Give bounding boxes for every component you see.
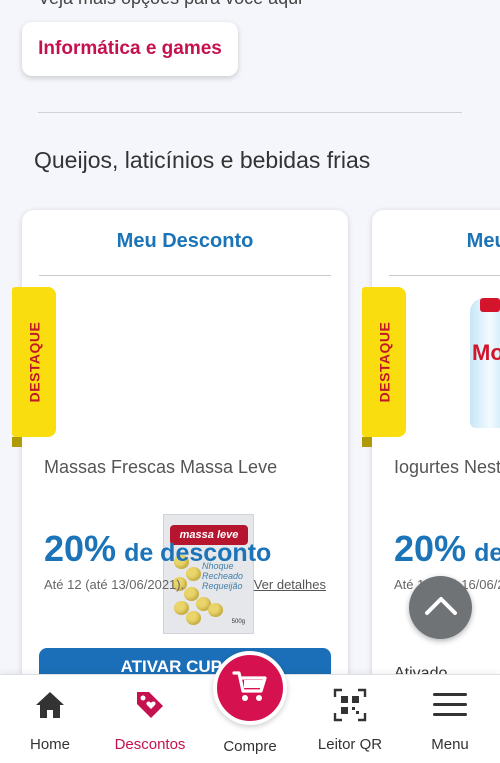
badge-label: DESTAQUE <box>26 321 42 403</box>
featured-badge: DESTAQUE <box>362 287 406 437</box>
partial-heading-text: Veja mais opções para você aqui <box>38 0 302 9</box>
product-name: Massas Frescas Massa Leve <box>44 457 278 477</box>
qr-code-icon <box>332 687 368 723</box>
card-divider <box>39 275 331 276</box>
discount-value: 20%de desconto <box>44 528 271 570</box>
coupon-card[interactable]: Meu Desconto massa leve Nhoque Recheado … <box>22 210 348 730</box>
shopping-cart-icon <box>232 669 268 708</box>
card-divider <box>389 275 500 276</box>
card-header: Meu Desconto <box>116 230 254 252</box>
section-title: Queijos, laticínios e bebidas frias <box>34 147 371 173</box>
card-header: Meu Desconto <box>466 230 500 252</box>
scroll-to-top-button[interactable] <box>409 576 472 639</box>
discount-percent: 20% <box>44 528 117 569</box>
bottle-cap <box>480 298 500 312</box>
discount-percent: 20% <box>394 528 467 569</box>
nav-qr-reader[interactable]: Leitor QR <box>300 675 400 763</box>
nav-discounts[interactable]: Descontos <box>100 675 200 763</box>
nav-label: Leitor QR <box>317 736 383 753</box>
hamburger-menu-icon <box>432 687 468 723</box>
product-image: Mo <box>470 298 500 428</box>
product-name: Iogurtes Nestlé <box>394 457 500 477</box>
nav-label: Menu <box>431 736 469 753</box>
buy-cart-button[interactable] <box>213 651 287 725</box>
featured-badge: DESTAQUE <box>12 287 56 437</box>
category-chip-informatica[interactable]: Informática e games <box>22 22 238 76</box>
badge-fold <box>12 437 22 447</box>
nav-menu[interactable]: Menu <box>400 675 500 763</box>
discount-label: de desconto <box>474 539 500 567</box>
nav-label: Home <box>29 736 70 753</box>
tag-heart-icon <box>132 687 168 723</box>
discount-value: 20% de desconto <box>394 528 500 570</box>
nav-home[interactable]: Home <box>0 675 100 763</box>
badge-fold <box>362 437 372 447</box>
discount-label: de desconto <box>124 539 272 567</box>
bottle-brand: Mo <box>472 340 500 365</box>
validity-text: Até 12 (até 13/06/2021). <box>44 577 185 592</box>
home-icon <box>32 687 68 723</box>
package-weight: 500g <box>231 619 245 625</box>
nav-label: Descontos <box>114 736 186 753</box>
app-screen: Veja mais opções para você aqui Informát… <box>0 0 500 763</box>
chevron-up-icon <box>424 594 458 621</box>
details-link[interactable]: Ver detalhes <box>254 577 326 592</box>
badge-label: DESTAQUE <box>376 321 392 403</box>
section-divider <box>38 112 462 113</box>
nav-label: Compre <box>223 738 277 755</box>
